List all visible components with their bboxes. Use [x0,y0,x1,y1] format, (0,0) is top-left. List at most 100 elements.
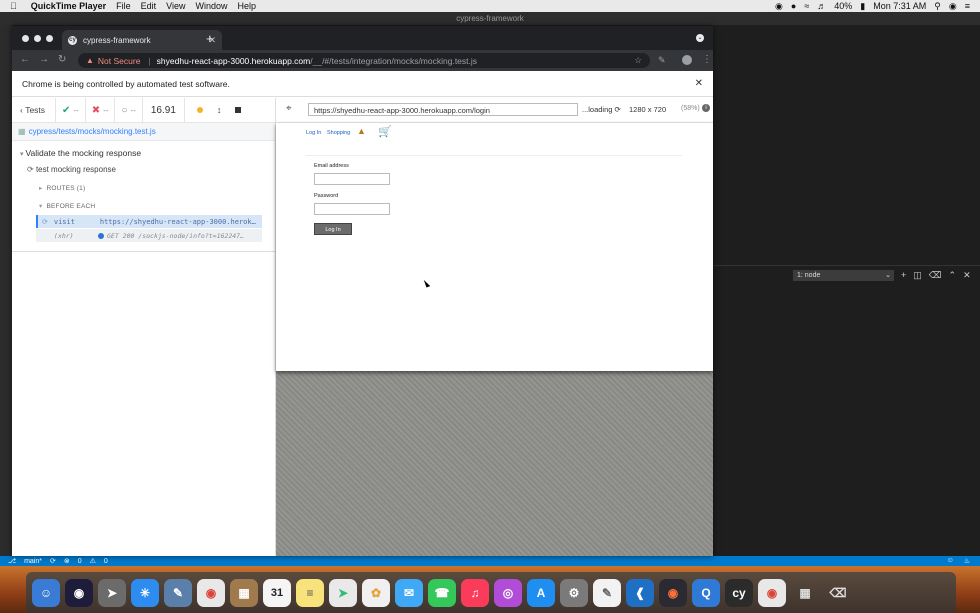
trash-icon[interactable]: ⌫ [824,579,852,607]
command-message: https://shyedhu-react-app-3000.herok… [99,217,256,226]
selector-playground-icon[interactable]: ⌖ [286,103,292,114]
password-input[interactable] [314,203,390,215]
menu-edit[interactable]: Edit [141,1,157,11]
notes-icon[interactable]: ≡ [296,578,324,607]
warning-icon: ▲ [86,56,94,65]
add-terminal-icon[interactable]: + [901,270,906,280]
spec-file-label: cypress/tests/mocks/mocking.test.js [28,127,156,136]
window-zoom-button[interactable] [46,35,53,42]
routes-toggle[interactable]: ▸ ROUTES (1) [39,184,85,192]
logo-icon[interactable]: ▲ [357,126,366,136]
back-icon[interactable]: ← [20,54,30,65]
close-panel-icon[interactable]: ✕ [963,270,971,281]
bell-icon[interactable]: ♨ [964,557,970,565]
status-icon[interactable]: ● [791,1,796,11]
firefox-icon[interactable]: ◉ [659,578,687,607]
extensions-icon[interactable]: ✎ [658,55,666,66]
stop-button[interactable] [235,107,242,113]
podcasts-icon[interactable]: ◎ [494,578,522,607]
wifi-icon[interactable]: ≈ [804,1,809,11]
email-label: Email address [314,163,349,169]
preview-icon[interactable]: ✎ [164,578,192,607]
maps-icon[interactable]: ➤ [329,578,357,607]
document-icon[interactable]: ▦ [791,579,819,607]
safari-icon[interactable]: ✳ [131,578,159,607]
menu-window[interactable]: Window [196,1,228,11]
volume-icon[interactable]: ♬ [817,1,826,11]
reload-icon[interactable]: ↻ [58,54,66,65]
tests-back-button[interactable]: ‹ Tests [12,98,57,122]
finder-icon[interactable]: ☺ [32,578,60,607]
user-icon[interactable]: ◉ [949,1,957,12]
photos-icon[interactable]: ✿ [362,578,390,607]
bookmark-star-icon[interactable]: ☆ [634,55,642,66]
quicktime-icon[interactable]: Q [692,578,720,607]
messages-icon[interactable]: ✉ [395,578,423,607]
cypress-icon[interactable]: cy [725,578,753,607]
window-close-button[interactable] [22,35,29,42]
vscode-titlebar: cypress-framework [0,12,980,25]
autoscroll-toggle-icon[interactable]: ↕ [217,105,222,115]
terminal-select[interactable]: 1: node ⌄ [793,269,894,281]
command-visit[interactable]: ⟳ visit https://shyedhu-react-app-3000.h… [36,215,262,228]
test-title[interactable]: ⟳ test mocking response [27,165,116,174]
sync-icon[interactable]: ⟳ [50,557,56,565]
battery-icon[interactable]: ▮ [860,1,865,12]
info-icon[interactable]: i [702,104,710,112]
menu-app-name[interactable]: QuickTime Player [31,1,106,11]
record-icon[interactable]: ◉ [775,1,783,12]
nav-login-link[interactable]: Log In [306,130,321,136]
battery-percent[interactable]: 40% [834,1,852,11]
notes-book-icon[interactable]: ▦ [230,578,258,607]
menu-view[interactable]: View [166,1,185,11]
before-each-toggle[interactable]: ▾ BEFORE EACH [39,202,95,210]
profile-avatar-icon[interactable] [682,55,692,65]
new-tab-icon[interactable]: + [206,31,214,46]
url-path: /__/#/tests/integration/mocks/mocking.te… [310,55,478,66]
calendar-icon[interactable]: 31 [263,578,291,607]
split-terminal-icon[interactable]: ◫ [913,270,922,281]
clock[interactable]: Mon 7:31 AM [873,1,926,11]
textedit-icon[interactable]: ✎ [593,578,621,607]
login-button[interactable]: Log In [314,223,352,235]
search-icon[interactable]: ⚲ [934,1,941,12]
tab-search-icon[interactable]: ⌄ [696,34,704,42]
menu-help[interactable]: Help [238,1,257,11]
music-icon[interactable]: ♫ [461,578,489,607]
chrome-app-icon[interactable]: ◉ [758,578,786,607]
command-name: (xhr) [54,231,74,240]
chrome-icon[interactable]: ◉ [197,578,225,607]
cypress-reporter: ‹ Tests ✔ -- ✖ -- ○ -- 16.91 ↕ ▦ cypress/te… [12,98,276,556]
chevron-up-icon[interactable]: ⌃ [949,270,957,281]
status-errors[interactable]: 0 [78,558,82,565]
vscode-icon[interactable]: ❰ [626,578,654,607]
trash-icon[interactable]: ⌫ [929,270,942,281]
chrome-menu-icon[interactable]: ⋮ [702,54,712,65]
menu-file[interactable]: File [116,1,131,11]
apple-icon[interactable]:  [10,1,17,11]
forward-icon[interactable]: → [39,54,49,65]
control-center-icon[interactable]: ≡ [965,1,970,11]
siri-icon[interactable]: ◉ [65,578,93,607]
nav-shopping-link[interactable]: Shopping [327,130,350,136]
status-warnings[interactable]: 0 [104,558,108,565]
window-minimize-button[interactable] [34,35,41,42]
infobar-close-icon[interactable]: ✕ [695,78,703,89]
aut-url-bar[interactable]: https://shyedhu-react-app-3000.herokuapp… [308,103,578,116]
feedback-icon[interactable]: ☺ [947,557,954,565]
command-xhr[interactable]: (xhr) GET 200 /sockjs-node/info?t=162247… [36,229,262,242]
suite-title[interactable]: ▾ Validate the mocking response [20,148,141,158]
reporter-empty-area [12,251,275,556]
chrome-tab[interactable]: cy cypress-framework ✕ [62,30,222,50]
app-store-icon[interactable]: A [527,578,555,607]
spec-file-path[interactable]: ▦ cypress/tests/mocks/mocking.test.js [12,123,275,141]
launchpad-icon[interactable]: ➤ [98,578,126,607]
viewport-size[interactable]: 1280 x 720 [629,105,666,114]
cart-icon[interactable]: 🛒 [378,125,392,138]
status-branch[interactable]: main* [24,558,42,565]
system-preferences-icon[interactable]: ⚙ [560,578,588,607]
branch-icon[interactable]: ⎇ [8,557,16,565]
facetime-icon[interactable]: ☎ [428,578,456,607]
email-input[interactable] [314,173,390,185]
address-bar[interactable]: ▲ Not Secure | shyedhu-react-app-3000.he… [78,53,650,68]
